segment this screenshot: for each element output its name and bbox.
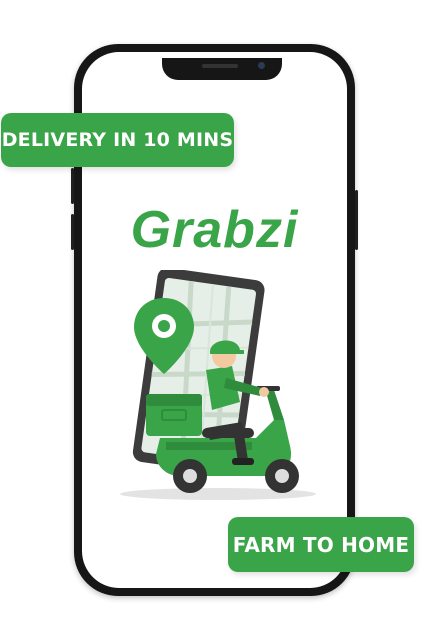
phone-volume-up-button	[71, 168, 74, 204]
speaker-grille	[202, 64, 238, 68]
brand-logo: Grabzi	[130, 201, 299, 259]
phone-volume-down-button	[71, 214, 74, 250]
front-camera-icon	[258, 62, 265, 69]
scooter-delivery-rider-icon	[120, 270, 316, 500]
phone-power-button	[355, 190, 358, 250]
phone-notch	[162, 58, 282, 80]
delivery-time-badge: DELIVERY IN 10 MINS	[1, 113, 234, 167]
farm-to-home-badge: FARM TO HOME	[228, 517, 414, 572]
